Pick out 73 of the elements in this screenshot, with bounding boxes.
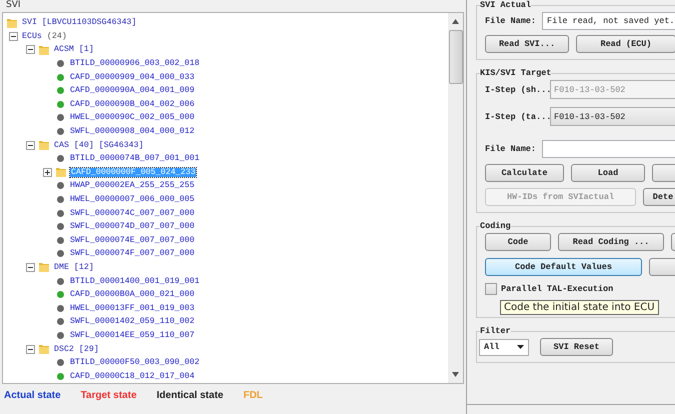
tree-item[interactable]: SWFL_00000908_004_000_012	[69, 127, 196, 136]
folder-icon	[38, 139, 50, 152]
file-name-field[interactable]	[542, 140, 675, 158]
panel-title: SVI	[5, 0, 21, 11]
tree-item[interactable]: SWFL_0000074E_007_007_000	[69, 236, 196, 245]
tree-item[interactable]: CAFD_00000C18_012_017_004	[69, 372, 196, 381]
field-label: File Name:	[485, 16, 536, 26]
tree-item[interactable]: CAS [40] [SG46343]	[53, 140, 145, 150]
tree-item[interactable]: SWFL_000014EE_059_110_007	[69, 330, 196, 340]
button[interactable]: Read (ECU)	[576, 35, 675, 53]
collapse-icon[interactable]	[9, 32, 18, 41]
tree-item[interactable]: BTILD_00000906_003_002_018	[69, 59, 200, 68]
checkbox[interactable]	[485, 283, 497, 295]
checkbox-label: Parallel TAL-Execution	[501, 284, 614, 294]
filter-dropdown[interactable]: All	[479, 338, 529, 356]
item-count: (24)	[46, 32, 67, 41]
tree-item[interactable]: SWFL_00001402_059_110_002	[69, 317, 196, 326]
tree-item[interactable]: CAFD_0000090B_004_002_006	[69, 100, 196, 109]
tree-item[interactable]: BTILD_00001400_001_019_001	[69, 276, 200, 286]
tree-item[interactable]: CAFD_0000090A_004_001_009	[69, 86, 196, 96]
folder-icon	[38, 261, 50, 274]
collapse-icon[interactable]	[26, 344, 35, 354]
button[interactable]: Read SVI...	[485, 35, 569, 53]
step-dropdown[interactable]: F010-13-03-502	[550, 107, 675, 126]
button[interactable]: Calculate	[485, 164, 564, 182]
group-title: Filter	[480, 326, 511, 336]
field-label: I-Step (sh...	[485, 84, 547, 94]
file-name-field[interactable]: File read, not saved yet.	[542, 12, 675, 30]
tree-item[interactable]: SWFL_0000074D_007_007_000	[69, 222, 196, 232]
legend-label: Target state	[80, 390, 137, 401]
scrollbar[interactable]	[448, 13, 463, 383]
tree-item[interactable]: ACSM [1]	[53, 45, 95, 54]
folder-icon	[38, 44, 50, 56]
field-label: I-Step (ta...	[485, 112, 547, 122]
scroll-down-icon[interactable]	[452, 372, 459, 377]
folder-icon	[6, 16, 18, 29]
group-title: Coding	[480, 221, 511, 231]
tree-item[interactable]: HWEL_000013FF_001_019_003	[69, 304, 196, 313]
collapse-icon[interactable]	[26, 140, 35, 150]
tree-item[interactable]: DSC2 [29]	[53, 344, 100, 354]
tree-item[interactable]: BTILD_00000F50_003_090_002	[69, 358, 200, 368]
group-title: SVI Actual	[480, 0, 532, 10]
caret-icon	[517, 345, 524, 349]
legend-label: Actual state	[4, 390, 61, 401]
scroll-up-icon[interactable]	[452, 19, 459, 24]
tree-item[interactable]: CAFD_00000909_004_000_033	[69, 72, 196, 82]
folder-icon	[55, 166, 67, 178]
legend-label: Identical state	[156, 390, 224, 401]
legend-label: FDL	[243, 390, 263, 401]
tree-item[interactable]: HWAP_000002EA_255_255_255	[69, 181, 196, 190]
tree-item[interactable]: SWFL_0000074F_007_007_000	[69, 249, 196, 258]
button[interactable]: Dete	[643, 188, 675, 206]
group-title: KIS/SVI Target	[480, 68, 552, 78]
collapse-icon[interactable]	[26, 262, 35, 272]
field-label: File Name:	[485, 144, 536, 154]
tree-item[interactable]: ECUs	[21, 32, 43, 41]
scroll-thumb[interactable]	[448, 30, 462, 84]
tree-item[interactable]: CAFD_00000B0A_000_021_000	[69, 290, 196, 300]
tree-item[interactable]: HWEL_00000007_006_000_005	[69, 195, 196, 204]
expand-icon[interactable]	[43, 168, 52, 177]
tree-item[interactable]: SWFL_0000074C_007_007_000	[69, 208, 196, 218]
tree-item[interactable]: BTILD_0000074B_007_001_001	[69, 154, 200, 164]
tooltip: Code the initial state into ECU	[500, 300, 659, 315]
button[interactable]: Load	[571, 164, 645, 182]
collapse-icon[interactable]	[26, 45, 35, 54]
button[interactable]: Code	[485, 233, 551, 251]
button[interactable]: Read Coding ...	[558, 233, 664, 251]
tree-item[interactable]: SVI [LBVCU1103DSG46343]	[21, 18, 138, 28]
folder-icon	[38, 343, 50, 356]
tree-item[interactable]: HWEL_0000090C_002_005_000	[69, 113, 196, 122]
tree-item[interactable]: DME [12]	[53, 262, 95, 272]
button[interactable]: SVI Reset	[540, 338, 613, 356]
button[interactable]: Code Default Values	[485, 258, 642, 276]
